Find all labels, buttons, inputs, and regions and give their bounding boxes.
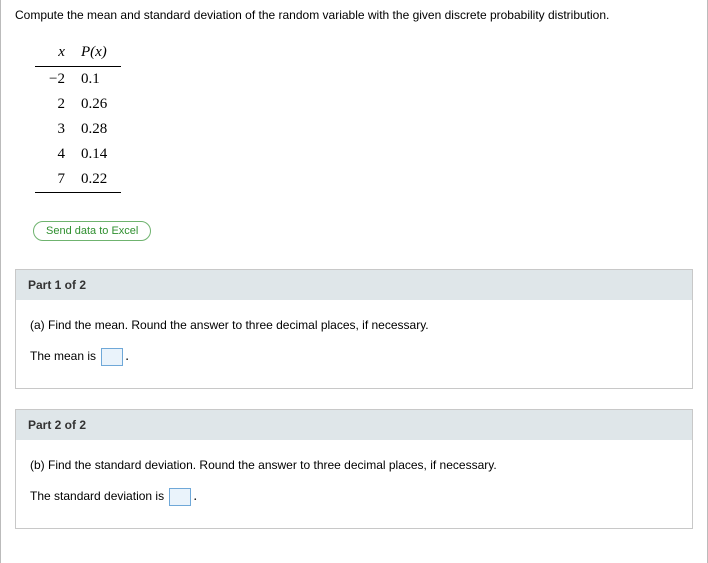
stddev-input[interactable] bbox=[169, 488, 191, 506]
cell-x: −2 bbox=[35, 67, 75, 93]
part-2-header: Part 2 of 2 bbox=[16, 410, 692, 440]
table-row: 4 0.14 bbox=[35, 142, 121, 167]
cell-p: 0.22 bbox=[75, 167, 121, 193]
cell-x: 2 bbox=[35, 92, 75, 117]
cell-p: 0.26 bbox=[75, 92, 121, 117]
part-2-answer-suffix: . bbox=[193, 489, 197, 504]
part-1-box: Part 1 of 2 (a) Find the mean. Round the… bbox=[15, 269, 693, 389]
part-1-answer-suffix: . bbox=[125, 349, 129, 364]
cell-p: 0.1 bbox=[75, 67, 121, 93]
part-2-body: (b) Find the standard deviation. Round t… bbox=[16, 440, 692, 528]
part-2-answer-line: The standard deviation is . bbox=[30, 488, 678, 506]
table-header-row: x P(x) bbox=[35, 40, 121, 67]
header-p: P(x) bbox=[75, 40, 121, 67]
part-2-question: (b) Find the standard deviation. Round t… bbox=[30, 458, 678, 472]
part-1-body: (a) Find the mean. Round the answer to t… bbox=[16, 300, 692, 388]
send-to-excel-button[interactable]: Send data to Excel bbox=[33, 221, 151, 241]
cell-p: 0.14 bbox=[75, 142, 121, 167]
cell-x: 7 bbox=[35, 167, 75, 193]
worksheet-container: Compute the mean and standard deviation … bbox=[0, 0, 708, 563]
cell-p: 0.28 bbox=[75, 117, 121, 142]
mean-input[interactable] bbox=[101, 348, 123, 366]
table-row: 2 0.26 bbox=[35, 92, 121, 117]
header-x: x bbox=[35, 40, 75, 67]
part-2-box: Part 2 of 2 (b) Find the standard deviat… bbox=[15, 409, 693, 529]
part-1-answer-prefix: The mean is bbox=[30, 349, 96, 363]
part-2-answer-prefix: The standard deviation is bbox=[30, 489, 164, 503]
part-1-question: (a) Find the mean. Round the answer to t… bbox=[30, 318, 678, 332]
part-1-header: Part 1 of 2 bbox=[16, 270, 692, 300]
cell-x: 3 bbox=[35, 117, 75, 142]
table-row: 3 0.28 bbox=[35, 117, 121, 142]
table-row: −2 0.1 bbox=[35, 67, 121, 93]
part-1-answer-line: The mean is . bbox=[30, 348, 678, 366]
table-row: 7 0.22 bbox=[35, 167, 121, 193]
cell-x: 4 bbox=[35, 142, 75, 167]
probability-table: x P(x) −2 0.1 2 0.26 3 0.28 4 0.14 7 bbox=[35, 40, 121, 193]
problem-statement: Compute the mean and standard deviation … bbox=[15, 8, 693, 22]
